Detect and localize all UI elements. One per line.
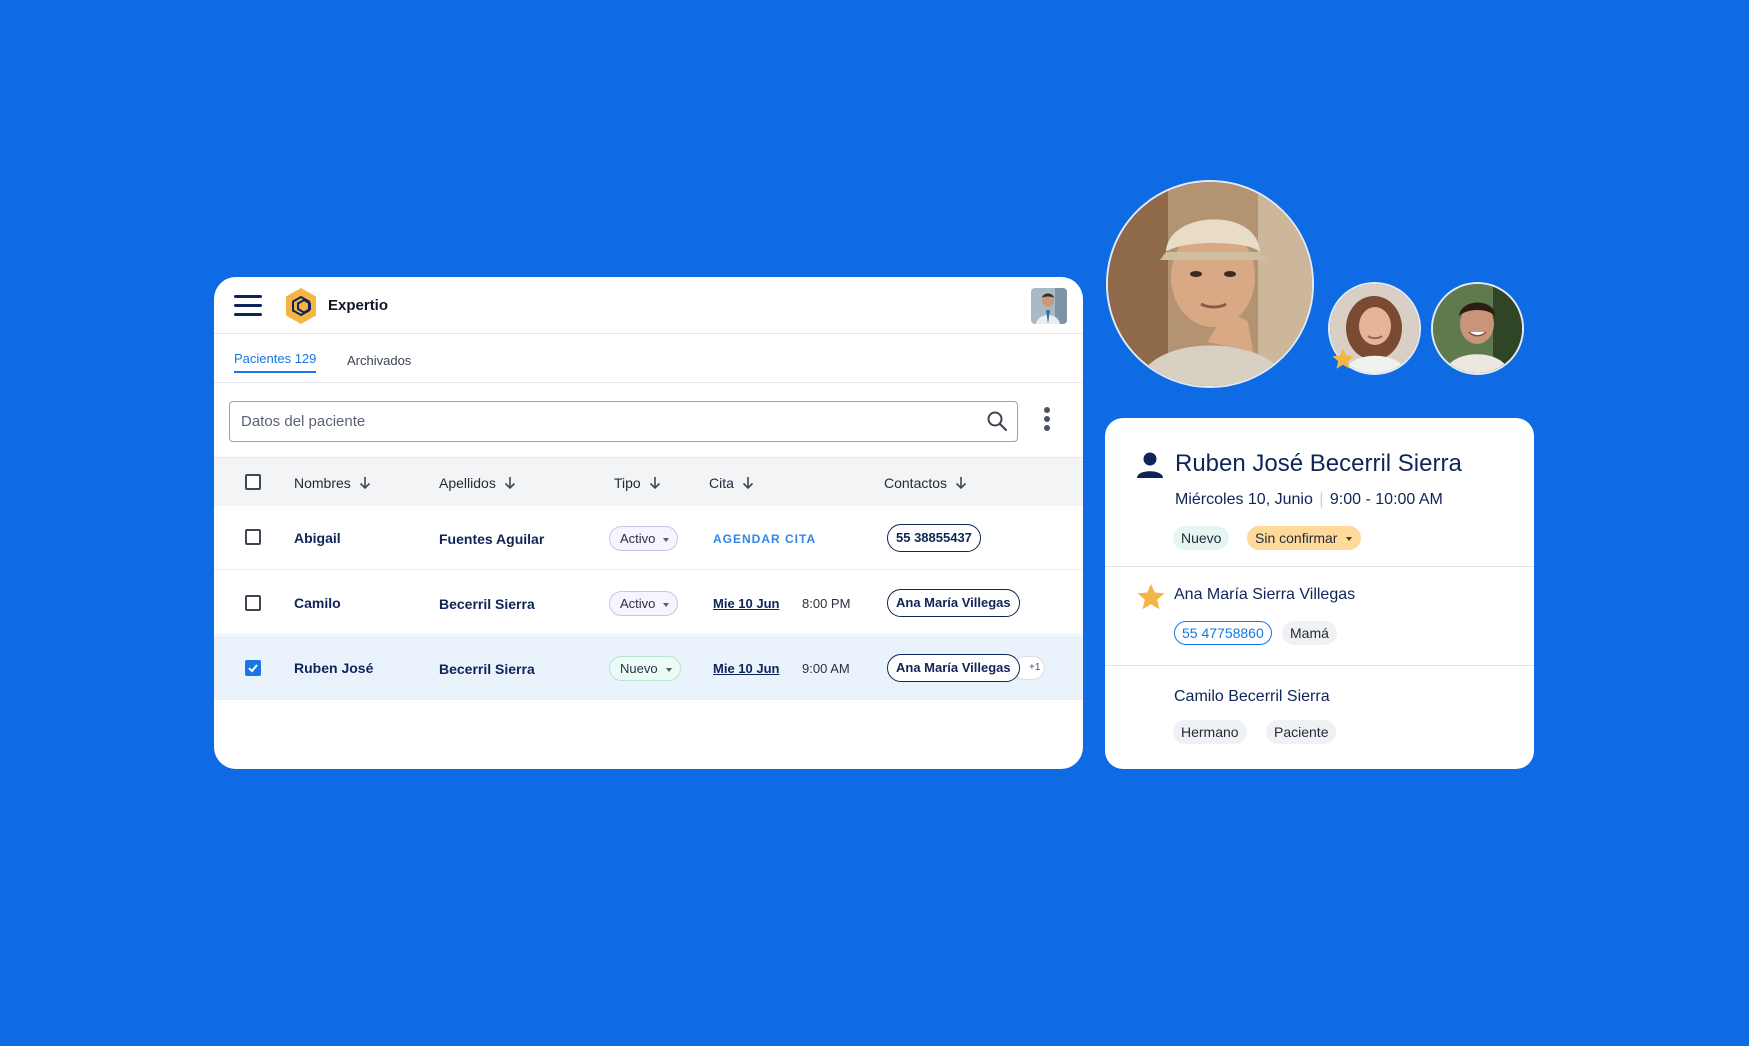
extra-contacts-count: +1	[1029, 662, 1041, 673]
appointment-time: 8:00 PM	[802, 596, 851, 611]
patient-first-name[interactable]: Abigail	[294, 530, 341, 546]
contact-name[interactable]: Ana María Sierra Villegas	[1174, 586, 1355, 604]
column-label: Apellidos	[439, 475, 496, 491]
caret-down-icon	[1346, 537, 1353, 541]
patient-last-name: Becerril Sierra	[439, 596, 535, 612]
checkmark-icon	[248, 664, 258, 673]
type-label: Activo	[620, 596, 656, 611]
type-label: Nuevo	[620, 661, 658, 676]
sort-arrow-icon	[955, 477, 967, 490]
tab-bar: Pacientes 129 Archivados	[214, 334, 1083, 383]
confirmation-dropdown[interactable]: Sin confirmar	[1247, 526, 1362, 550]
sort-arrow-icon	[742, 477, 753, 490]
contact-avatar-brother	[1431, 282, 1524, 375]
appointment-date-link[interactable]: Mie 10 Jun	[713, 596, 779, 611]
patient-first-name[interactable]: Camilo	[294, 595, 341, 611]
more-options-icon[interactable]	[1041, 407, 1053, 437]
schedule-appointment-button[interactable]: AGENDAR CITA	[713, 532, 816, 546]
contact-name[interactable]: Camilo Becerril Sierra	[1174, 688, 1330, 706]
patient-detail-card: Ruben José Becerril Sierra Miércoles 10,…	[1105, 418, 1534, 769]
table-row-selected[interactable]: Ruben José Becerril Sierra Nuevo Mie 10 …	[214, 636, 1083, 700]
patients-panel: Expertio Pacientes 129 Archivados Nombre…	[214, 277, 1083, 769]
table-header: Nombres Apellidos Tipo Cita Contactos	[214, 457, 1083, 506]
favorite-star-icon	[1137, 584, 1165, 610]
patient-first-name[interactable]: Ruben José	[294, 660, 373, 676]
relationship-tag: Mamá	[1282, 621, 1337, 645]
sort-arrow-icon	[649, 477, 660, 490]
type-dropdown[interactable]: Activo	[609, 591, 679, 616]
tab-archivados[interactable]: Archivados	[347, 353, 411, 368]
contact-chip[interactable]: Ana María Villegas	[887, 654, 1020, 682]
divider	[1105, 566, 1534, 567]
appointment-date: Miércoles 10, Junio	[1175, 491, 1313, 508]
column-label: Nombres	[294, 475, 351, 491]
column-cita[interactable]: Cita	[709, 475, 754, 491]
expertio-logo-icon	[286, 288, 316, 324]
contact-chip[interactable]: Ana María Villegas	[887, 589, 1020, 617]
user-avatar[interactable]	[1031, 288, 1067, 324]
column-label: Contactos	[884, 475, 948, 491]
appointment-date-link[interactable]: Mie 10 Jun	[713, 661, 779, 676]
column-label: Cita	[709, 475, 734, 491]
type-dropdown[interactable]: Nuevo	[609, 656, 681, 681]
role-tag: Paciente	[1266, 720, 1337, 744]
contact-phone-chip[interactable]: 55 47758860	[1174, 621, 1272, 645]
patient-avatar-large	[1106, 180, 1314, 388]
detail-patient-name: Ruben José Becerril Sierra	[1175, 450, 1462, 477]
column-nombres[interactable]: Nombres	[294, 475, 371, 491]
type-dropdown[interactable]: Activo	[609, 526, 679, 551]
patient-last-name: Becerril Sierra	[439, 661, 535, 677]
tab-pacientes[interactable]: Pacientes 129	[234, 351, 317, 373]
row-checkbox[interactable]	[245, 595, 261, 611]
table-row[interactable]: Abigail Fuentes Aguilar Activo AGENDAR C…	[214, 506, 1083, 570]
contact-chip[interactable]: 55 38855437	[887, 524, 981, 552]
menu-icon[interactable]	[234, 295, 262, 317]
sort-arrow-icon	[504, 477, 515, 490]
table-row[interactable]: Camilo Becerril Sierra Activo Mie 10 Jun…	[214, 571, 1083, 635]
caret-down-icon	[663, 603, 670, 607]
column-contactos[interactable]: Contactos	[884, 475, 967, 491]
search-icon[interactable]	[986, 410, 1008, 432]
appointment-time: 9:00 AM	[802, 661, 850, 676]
patient-last-name: Fuentes Aguilar	[439, 531, 545, 547]
appointment-time-range: 9:00 - 10:00 AM	[1329, 491, 1443, 508]
status-tag-new: Nuevo	[1173, 526, 1230, 550]
row-checkbox[interactable]	[245, 529, 261, 545]
top-bar: Expertio	[214, 277, 1083, 334]
caret-down-icon	[665, 668, 672, 672]
confirmation-label: Sin confirmar	[1255, 530, 1338, 546]
search-box	[229, 401, 1018, 442]
type-label: Activo	[620, 531, 656, 546]
search-input[interactable]	[241, 402, 961, 441]
caret-down-icon	[663, 538, 670, 542]
favorite-star-icon	[1332, 348, 1354, 369]
column-label: Tipo	[614, 475, 641, 491]
brand-name: Expertio	[328, 297, 389, 314]
sort-arrow-icon	[359, 477, 370, 490]
column-apellidos[interactable]: Apellidos	[439, 475, 516, 491]
person-icon	[1137, 452, 1163, 478]
select-all-checkbox[interactable]	[245, 474, 261, 490]
row-checkbox[interactable]	[245, 660, 261, 676]
divider	[1105, 665, 1534, 666]
relationship-tag: Hermano	[1173, 720, 1247, 744]
appointment-datetime: Miércoles 10, Junio | 9:00 - 10:00 AM	[1175, 491, 1443, 508]
column-tipo[interactable]: Tipo	[614, 475, 661, 491]
